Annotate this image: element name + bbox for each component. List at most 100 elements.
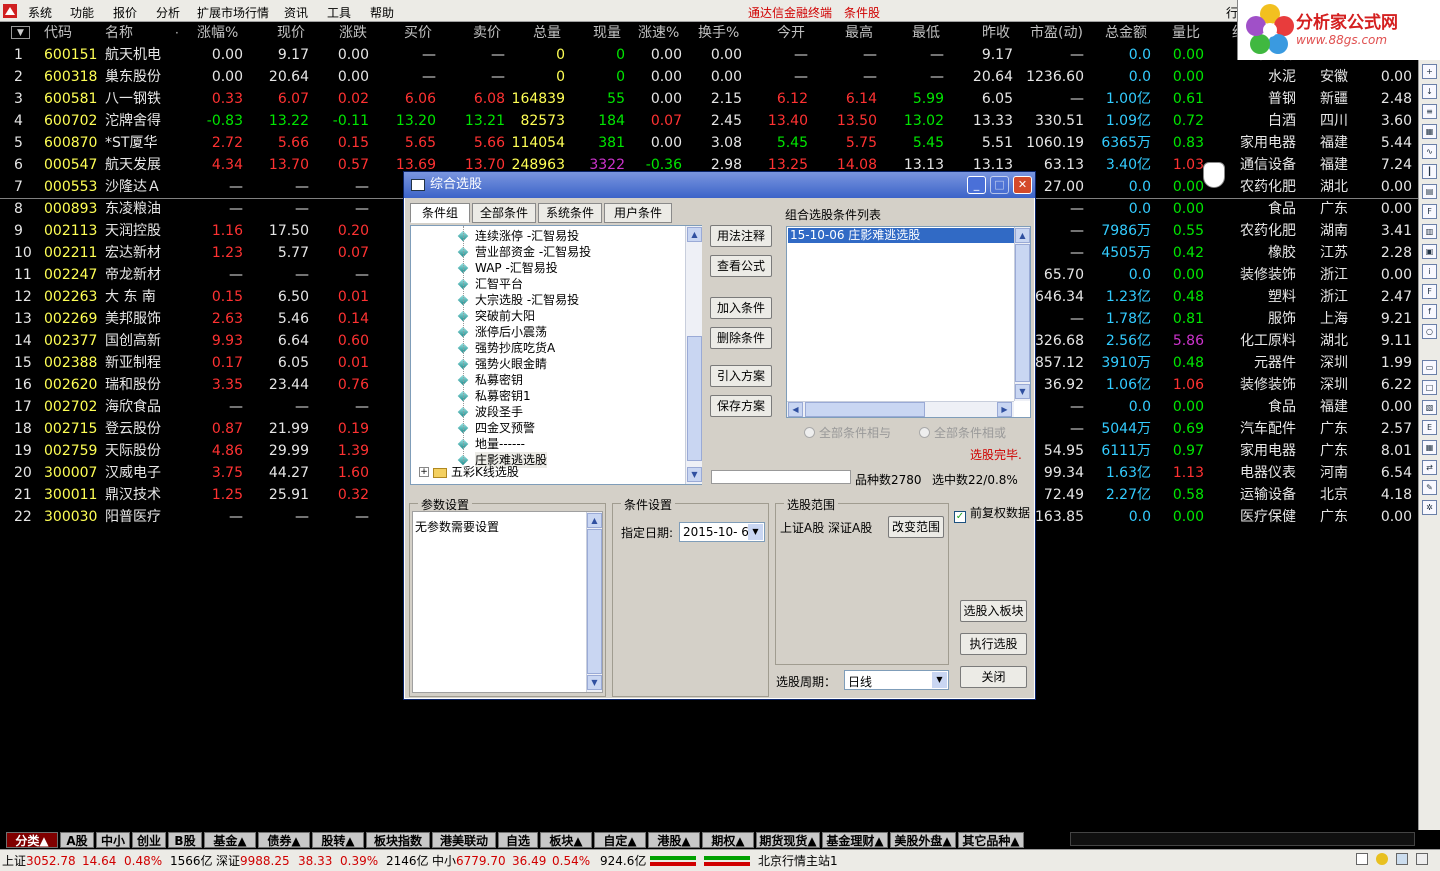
tab-condition-group[interactable]: 条件组: [410, 203, 470, 223]
market-tab[interactable]: 中小: [96, 832, 130, 848]
kline-icon[interactable]: ┃: [1422, 164, 1437, 179]
market-tab[interactable]: 美股外盘▲: [890, 832, 956, 848]
scroll-thumb[interactable]: [687, 336, 702, 461]
import-plan-button[interactable]: 引入方案: [710, 365, 772, 387]
column-header[interactable]: 量比: [1172, 22, 1200, 44]
radio-all-or[interactable]: 全部条件相或: [919, 424, 1006, 441]
tree-item[interactable]: 私募密钥: [457, 372, 523, 388]
stock-name[interactable]: 八一钢铁: [105, 88, 161, 110]
row-number[interactable]: 14: [14, 330, 32, 352]
tree-item[interactable]: 地量------: [457, 436, 525, 452]
line-chart-icon[interactable]: ∿: [1422, 144, 1437, 159]
stock-code[interactable]: 300011: [44, 484, 97, 506]
scroll-down-icon[interactable]: ▼: [1015, 384, 1030, 399]
scroll-up-icon[interactable]: ▲: [1015, 228, 1030, 243]
folder-icon[interactable]: ▭: [1422, 360, 1437, 375]
market-tab[interactable]: 其它品种▲: [958, 832, 1024, 848]
stock-name[interactable]: 宏达新材: [105, 242, 161, 264]
chart-icon[interactable]: ▥: [1422, 224, 1437, 239]
arrow-down-icon[interactable]: ↓: [1422, 84, 1437, 99]
calc-icon[interactable]: ▦: [1422, 440, 1437, 455]
fq-checkbox[interactable]: ✓ 前复权数据: [954, 504, 1030, 523]
stock-code[interactable]: 002211: [44, 242, 97, 264]
market-tab[interactable]: 分类▲: [6, 832, 58, 848]
scroll-thumb[interactable]: [1015, 244, 1030, 382]
column-header[interactable]: 现价: [277, 22, 305, 44]
column-header[interactable]: 代码: [44, 22, 72, 44]
close-button[interactable]: 关闭: [960, 666, 1027, 688]
condition-list-item[interactable]: 15-10-06 庄影难逃选股: [788, 228, 1014, 243]
tree-item[interactable]: 强势抄底吃货A: [457, 340, 555, 356]
grid-icon[interactable]: ▤: [1422, 184, 1437, 199]
stock-name[interactable]: 天际股份: [105, 440, 161, 462]
list-scrollbar[interactable]: ▲ ▼: [1014, 227, 1030, 401]
tree-item[interactable]: 波段圣手: [457, 404, 523, 420]
brand-url[interactable]: www.88gs.com: [1296, 33, 1387, 47]
stock-code[interactable]: 002388: [44, 352, 97, 374]
market-tab[interactable]: 板块指数: [366, 832, 430, 848]
menu-analysis[interactable]: 分析: [156, 4, 180, 21]
tab-user-conditions[interactable]: 用户条件: [604, 203, 672, 223]
stock-code[interactable]: 600870: [44, 132, 97, 154]
window-icon[interactable]: [1356, 853, 1368, 865]
market-tab[interactable]: 板块▲: [540, 832, 592, 848]
f10-icon[interactable]: F: [1422, 204, 1437, 219]
menu-quote[interactable]: 报价: [113, 4, 137, 21]
stock-code[interactable]: 002620: [44, 374, 97, 396]
scroll-left-icon[interactable]: ◀: [788, 402, 803, 417]
scroll-down-icon[interactable]: ▼: [587, 675, 602, 690]
stock-code[interactable]: 002715: [44, 418, 97, 440]
settings-icon[interactable]: [1396, 853, 1408, 865]
row-number[interactable]: 13: [14, 308, 32, 330]
row-number[interactable]: 19: [14, 440, 32, 462]
tile-icon[interactable]: ▧: [1422, 400, 1437, 415]
stock-name[interactable]: 国创高新: [105, 330, 161, 352]
tree-item[interactable]: 大宗选股 -汇智易投: [457, 292, 579, 308]
scroll-right-icon[interactable]: ▶: [997, 402, 1012, 417]
row-number[interactable]: 9: [14, 220, 23, 242]
stock-name[interactable]: *ST厦华: [105, 132, 157, 154]
stock-code[interactable]: 002759: [44, 440, 97, 462]
stock-code[interactable]: 002702: [44, 396, 97, 418]
close-icon[interactable]: ✕: [1013, 176, 1032, 194]
column-header[interactable]: 名称: [105, 22, 133, 44]
transfer-icon[interactable]: ⇄: [1422, 460, 1437, 475]
column-menu-icon[interactable]: ▼: [11, 26, 30, 39]
market-tab[interactable]: 自定▲: [594, 832, 646, 848]
table-row[interactable]: 4 600702 沱牌舍得 -0.83 13.22 -0.11 13.20 13.21 8257…: [0, 110, 1418, 132]
table-row[interactable]: 1 600151 航天机电 0.00 9.17 0.00 — — 0 0 0.00 0.00 — — — 9.…: [0, 44, 1418, 66]
tree-item[interactable]: 突破前大阳: [457, 308, 535, 324]
minimize-icon[interactable]: _: [967, 176, 986, 194]
tree-item[interactable]: 连续涨停 -汇智易投: [457, 228, 579, 244]
tree-item[interactable]: 强势火眼金睛: [457, 356, 547, 372]
column-header[interactable]: 现量: [593, 22, 621, 44]
stock-name[interactable]: 航天机电: [105, 44, 161, 66]
add-condition-button[interactable]: 加入条件: [710, 297, 772, 319]
lock-icon[interactable]: [1416, 853, 1428, 865]
row-number[interactable]: 20: [14, 462, 32, 484]
dropdown-arrow-icon[interactable]: ▼: [748, 524, 763, 540]
row-number[interactable]: 3: [14, 88, 23, 110]
stock-code[interactable]: 000547: [44, 154, 97, 176]
table-icon[interactable]: ▦: [1422, 124, 1437, 139]
column-header[interactable]: 换手%: [698, 22, 739, 44]
stock-name[interactable]: 阳普医疗: [105, 506, 161, 528]
circle-icon[interactable]: ○: [1422, 324, 1437, 339]
row-number[interactable]: 10: [14, 242, 32, 264]
list-hscrollbar[interactable]: ◀ ▶: [787, 401, 1014, 417]
stock-code[interactable]: 002377: [44, 330, 97, 352]
stock-code[interactable]: 002247: [44, 264, 97, 286]
params-scrollbar[interactable]: ▲ ▼: [586, 512, 602, 692]
market-tab[interactable]: 股转▲: [312, 832, 364, 848]
row-number[interactable]: 7: [14, 176, 23, 198]
stock-code[interactable]: 002113: [44, 220, 97, 242]
stock-name[interactable]: 登云股份: [105, 418, 161, 440]
stock-name[interactable]: 瑞和股份: [105, 374, 161, 396]
scroll-down-icon[interactable]: ▼: [687, 467, 702, 482]
market-tab[interactable]: 基金理财▲: [822, 832, 888, 848]
menu-info[interactable]: 资讯: [284, 4, 308, 21]
stock-code[interactable]: 300007: [44, 462, 97, 484]
zoom-in-icon[interactable]: +: [1422, 64, 1437, 79]
tree-folder-label[interactable]: 五彩K线选股: [451, 464, 519, 480]
stock-code[interactable]: 000553: [44, 176, 97, 198]
